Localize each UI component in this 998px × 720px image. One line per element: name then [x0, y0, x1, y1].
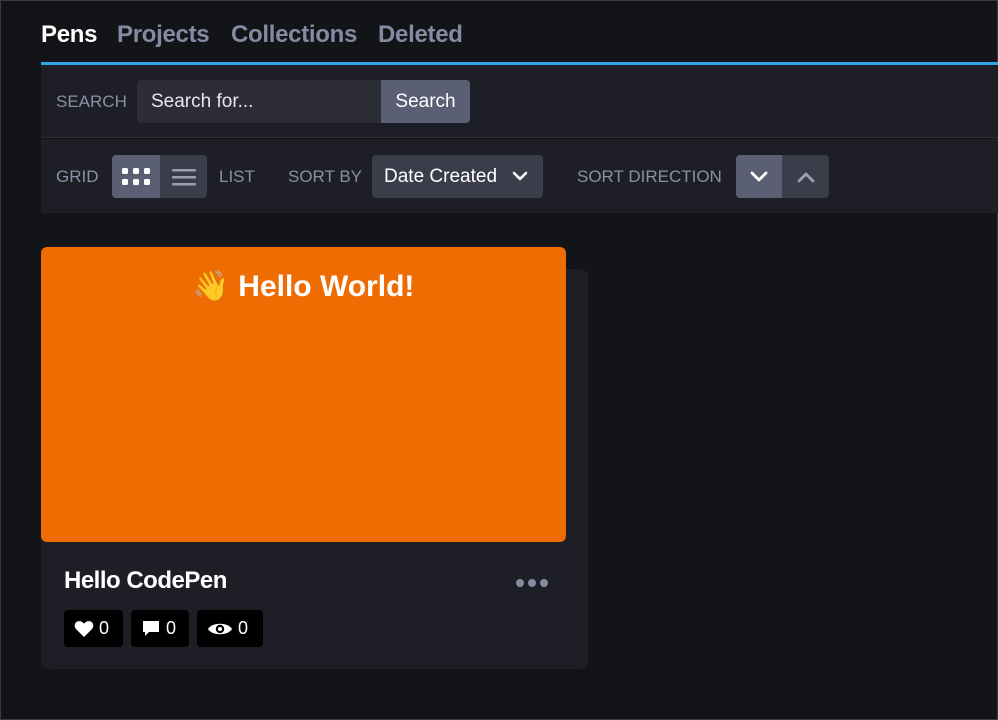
search-bar: SEARCH Search [41, 65, 998, 138]
list-label: LIST [219, 167, 255, 186]
more-options-button[interactable] [509, 569, 555, 597]
tab-projects[interactable]: Projects [117, 21, 210, 49]
preview-text: 👋 Hello World! [192, 270, 415, 303]
list-icon [171, 168, 196, 185]
grid-icon [122, 167, 150, 185]
tab-collections[interactable]: Collections [231, 21, 357, 49]
sort-ascending-button[interactable] [782, 155, 829, 198]
tab-deleted[interactable]: Deleted [378, 21, 463, 49]
more-dot [528, 579, 536, 587]
sort-direction-label: SORT DIRECTION [577, 167, 722, 186]
sort-by-value: Date Created [384, 166, 498, 187]
view-count: 0 [238, 618, 249, 638]
sort-by-label: SORT BY [288, 167, 363, 186]
view-controls-bar: GRID LIST SORT BY Date Created SORT DIRE… [41, 139, 998, 213]
sort-descending-button[interactable] [736, 155, 782, 198]
eye-icon [208, 623, 232, 634]
pen-preview[interactable]: 👋 Hello World! [41, 247, 566, 542]
more-dot [516, 579, 524, 587]
tab-pens[interactable]: Pens [41, 21, 97, 49]
heart-icon [74, 620, 94, 637]
search-label: SEARCH [56, 92, 127, 111]
pen-title[interactable]: Hello CodePen [64, 567, 227, 595]
grid-label: GRID [56, 167, 99, 186]
views-button[interactable]: 0 [197, 610, 263, 647]
grid-view-button[interactable] [112, 155, 160, 198]
search-input[interactable] [137, 80, 381, 123]
sort-by-select[interactable]: Date Created [372, 155, 543, 198]
comment-count: 0 [166, 618, 177, 638]
chevron-down-icon [750, 171, 768, 181]
chevron-down-icon [512, 171, 528, 181]
like-count: 0 [99, 618, 110, 638]
like-button[interactable]: 0 [64, 610, 123, 647]
comment-button[interactable]: 0 [131, 610, 189, 647]
search-button[interactable]: Search [381, 80, 470, 123]
more-dot [540, 579, 548, 587]
list-view-button[interactable] [160, 155, 207, 198]
chevron-up-icon [797, 172, 814, 182]
pens-tabs: Pens Projects Collections Deleted [41, 1, 998, 65]
comment-icon [143, 621, 159, 636]
